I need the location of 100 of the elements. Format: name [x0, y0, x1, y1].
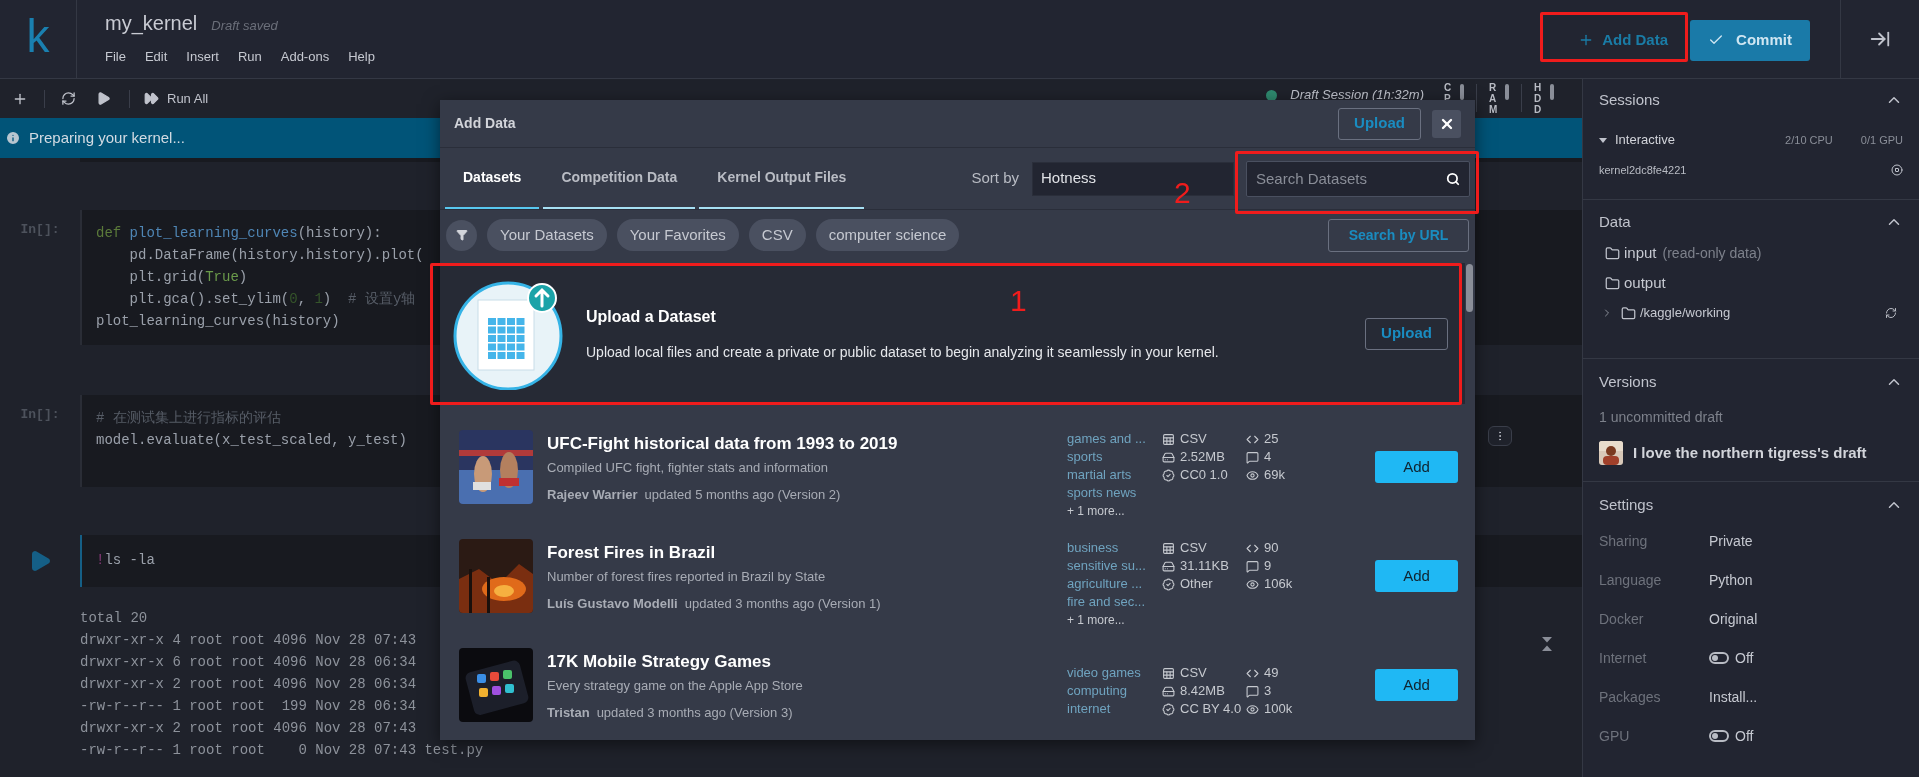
dataset-stat: 100k: [1264, 700, 1293, 719]
folder-name[interactable]: input: [1624, 241, 1657, 265]
dataset-tag[interactable]: computing: [1067, 682, 1127, 700]
dataset-stat: 2.52MB: [1180, 448, 1225, 467]
menu-item[interactable]: Add-ons: [280, 47, 330, 67]
tab[interactable]: Competition Data: [543, 148, 696, 209]
refresh-icon[interactable]: [1885, 307, 1897, 319]
code-line: model.evaluate(x_test_scaled, y_test): [96, 431, 407, 450]
dataset-stat: 3: [1264, 682, 1272, 701]
close-button[interactable]: [1432, 109, 1461, 138]
search-field[interactable]: Search Datasets: [1246, 160, 1470, 197]
dataset-tag[interactable]: sensitive su...: [1067, 557, 1146, 575]
dataset-tag[interactable]: martial arts: [1067, 466, 1132, 484]
dataset-tag[interactable]: sports: [1067, 448, 1103, 466]
banner-text: Preparing your kernel...: [29, 127, 185, 148]
kernel-title[interactable]: my_kernel: [105, 8, 198, 38]
eye-icon: [1246, 577, 1259, 591]
setting-value[interactable]: Original: [1709, 608, 1758, 630]
dataset-updated: updated 5 months ago (Version 2): [644, 485, 841, 504]
folder-name[interactable]: /kaggle/working: [1640, 303, 1731, 323]
meter-label: RAM: [1489, 82, 1499, 115]
filter-chip[interactable]: CSV: [748, 219, 806, 251]
dataset-stat: CSV: [1180, 664, 1207, 683]
toggle-switch[interactable]: [1709, 652, 1729, 664]
setting-value: Off: [1735, 726, 1754, 746]
commit-button[interactable]: Commit: [1690, 19, 1810, 61]
add-button[interactable]: Add: [1375, 451, 1458, 483]
upload-card-description: Upload local files and create a private or public dataset to begin analyzing it seamlessly in your kernel.: [586, 342, 1219, 362]
save-status: Draft saved: [211, 16, 278, 35]
toggle-switch[interactable]: [1709, 730, 1729, 742]
stop-icon[interactable]: [1891, 164, 1903, 177]
draft-name[interactable]: I love the northern tigress's draft: [1633, 441, 1867, 465]
more-tags-link[interactable]: + 1 more...: [1067, 611, 1125, 629]
session-name[interactable]: Interactive: [1615, 130, 1675, 150]
tab[interactable]: Datasets: [445, 148, 540, 209]
upload-button[interactable]: Upload: [1365, 317, 1448, 350]
code-line: def plot_learning_curves(history):: [96, 224, 382, 243]
annotation-number: 1: [1010, 283, 1027, 319]
dataset-author[interactable]: Rajeev Warrier: [547, 484, 638, 504]
caret-down-icon[interactable]: [1599, 137, 1607, 143]
dataset-stat: CC0 1.0: [1180, 466, 1228, 485]
menu-item[interactable]: Run: [237, 47, 262, 67]
folder-icon: [1605, 275, 1620, 291]
setting-value[interactable]: Private: [1709, 530, 1753, 552]
dataset-title[interactable]: Forest Fires in Brazil: [547, 542, 1067, 564]
dataset-author[interactable]: Luís Gustavo Modelli: [547, 593, 678, 613]
output-line: -rw-r--r-- 1 root root 199 Nov 28 06:34: [80, 697, 417, 716]
dataset-subtitle: Compiled UFC fight, fighter stats and information: [547, 459, 830, 477]
drive-icon: [1162, 559, 1175, 573]
dataset-stat: 69k: [1264, 466, 1285, 485]
filter-chip[interactable]: Your Datasets: [487, 219, 607, 251]
menu-item[interactable]: Edit: [144, 47, 168, 67]
dataset-stat: CC BY 4.0: [1180, 700, 1242, 719]
dataset-stat: 25: [1264, 430, 1279, 449]
filter-chip[interactable]: computer science: [815, 219, 960, 251]
dataset-updated: updated 3 months ago (Version 3): [596, 703, 793, 722]
dataset-tag[interactable]: video games: [1067, 664, 1141, 682]
kernel-id: kernel2dc8fe4221: [1599, 163, 1687, 178]
fast-forward-icon: [144, 91, 159, 106]
add-button[interactable]: Add: [1375, 560, 1458, 592]
scrollbar-thumb[interactable]: [1466, 264, 1473, 312]
setting-value[interactable]: Install...: [1709, 686, 1758, 708]
dataset-tag[interactable]: internet: [1067, 700, 1111, 718]
cell-menu-button[interactable]: [1488, 426, 1512, 446]
collapse-output-icon[interactable]: [1541, 636, 1553, 652]
dataset-stat: 9: [1264, 557, 1272, 576]
restart-icon[interactable]: [61, 91, 76, 106]
tab[interactable]: Kernel Output Files: [699, 148, 865, 209]
folder-icon: [1621, 305, 1636, 321]
menu-item[interactable]: Insert: [186, 47, 219, 67]
run-all-button[interactable]: Run All: [144, 88, 209, 109]
folder-note: (read-only data): [1662, 243, 1762, 263]
dataset-tag[interactable]: business: [1067, 539, 1119, 557]
eye-icon: [1246, 468, 1259, 482]
add-button[interactable]: Add: [1375, 669, 1458, 701]
setting-value[interactable]: Python: [1709, 569, 1753, 591]
dataset-title[interactable]: 17K Mobile Strategy Games: [547, 651, 1067, 673]
dataset-tag[interactable]: games and ...: [1067, 430, 1146, 448]
dataset-tag[interactable]: sports news: [1067, 484, 1137, 502]
dataset-title[interactable]: UFC-Fight historical data from 1993 to 2019: [547, 433, 1067, 455]
setting-label: Internet: [1599, 648, 1648, 668]
gpu-usage: 0/1 GPU: [1860, 132, 1903, 148]
filter-button[interactable]: [446, 219, 477, 251]
setting-value: Off: [1735, 648, 1754, 668]
session-status: Draft Session (1h:32m): [1290, 86, 1424, 104]
run-icon[interactable]: [96, 91, 111, 106]
section-title: Versions: [1599, 371, 1657, 392]
dataset-author[interactable]: Tristan: [547, 702, 590, 722]
dataset-stat: 106k: [1264, 575, 1293, 594]
drive-icon: [1162, 450, 1175, 464]
filter-chip[interactable]: Your Favorites: [616, 219, 739, 251]
more-tags-link[interactable]: + 1 more...: [1067, 502, 1125, 520]
search-icon[interactable]: [1446, 171, 1460, 186]
folder-name[interactable]: output: [1624, 271, 1666, 295]
menu-item[interactable]: Help: [348, 47, 375, 67]
table-icon: [1162, 432, 1175, 446]
menu-item[interactable]: File: [105, 47, 126, 67]
section-title: Data: [1599, 211, 1631, 232]
dataset-tag[interactable]: fire and sec...: [1067, 593, 1146, 611]
dataset-tag[interactable]: agriculture ...: [1067, 575, 1143, 593]
